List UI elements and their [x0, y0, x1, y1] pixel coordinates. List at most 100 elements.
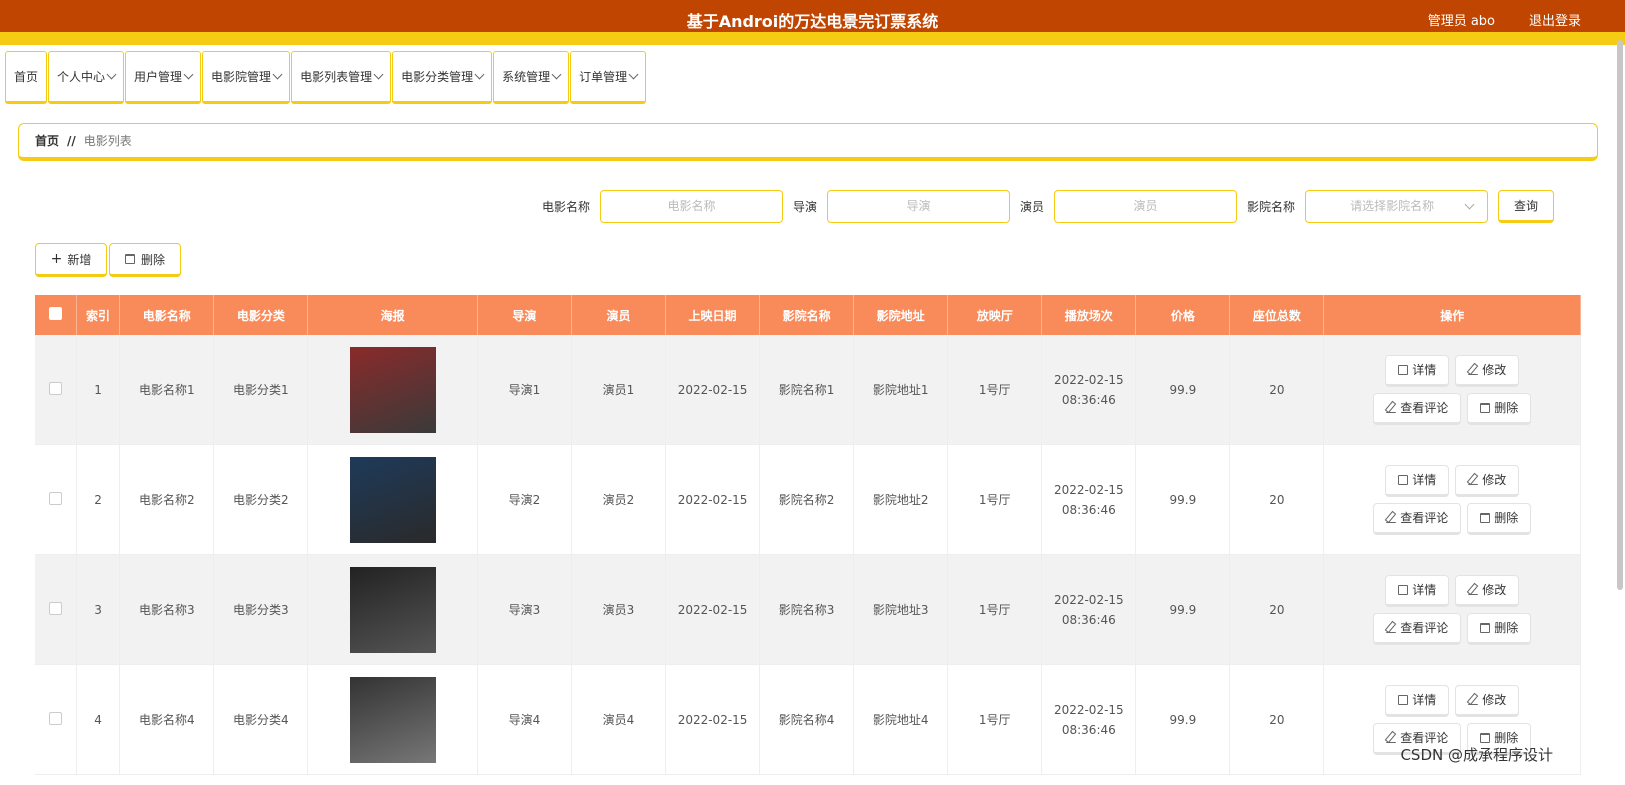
comments-label: 查看评论 [1400, 511, 1449, 525]
scrollbar[interactable] [1617, 40, 1623, 590]
nav-item-personal[interactable]: 个人中心 [48, 51, 125, 104]
cell-poster [307, 444, 478, 555]
nav-item-system[interactable]: 系统管理 [493, 51, 570, 104]
cell-address: 影院地址1 [853, 335, 949, 445]
nav-label: 订单管理 [579, 70, 628, 84]
header-select-all[interactable] [35, 295, 77, 335]
breadcrumb-current: 电影列表 [83, 134, 132, 148]
edit-button[interactable]: 修改 [1455, 464, 1520, 497]
show-date: 2022-02-15 [1053, 372, 1124, 387]
edit-icon [1468, 365, 1479, 375]
cell-price: 99.9 [1135, 335, 1231, 445]
row-checkbox[interactable] [48, 711, 62, 725]
detail-button[interactable]: 详情 [1385, 574, 1450, 607]
column-header: 座位总数 [1229, 295, 1325, 335]
cell-release: 2022-02-15 [665, 335, 761, 445]
delete-button[interactable]: 删除 [109, 243, 181, 277]
cell-release: 2022-02-15 [665, 664, 761, 775]
logout-link[interactable]: 退出登录 [1529, 0, 1581, 44]
cell-release: 2022-02-15 [665, 444, 761, 555]
cell-showtime: 2022-02-15 08:36:46 [1041, 335, 1137, 445]
show-time: 08:36:46 [1061, 612, 1116, 627]
breadcrumb-home[interactable]: 首页 [35, 132, 59, 149]
row-delete-button[interactable]: 删除 [1467, 392, 1532, 425]
nav-item-categories[interactable]: 电影分类管理 [392, 51, 493, 104]
cell-cinema: 影院名称2 [759, 444, 855, 555]
nav-item-cinemas[interactable]: 电影院管理 [202, 51, 291, 104]
plus-icon: + [50, 251, 63, 267]
edit-icon [1468, 475, 1479, 485]
cell-category: 电影分类3 [213, 554, 309, 665]
nav-item-users[interactable]: 用户管理 [125, 51, 202, 104]
nav-label: 电影分类管理 [401, 70, 474, 84]
nav-item-orders[interactable]: 订单管理 [570, 51, 647, 104]
row-select-cell[interactable] [35, 335, 77, 445]
trash-icon [1480, 402, 1491, 413]
cell-category: 电影分类4 [213, 664, 309, 775]
cell-showtime: 2022-02-15 08:36:46 [1041, 444, 1137, 555]
page-title: 基于Androi的万达电景完订票系统 [686, 12, 939, 31]
action-bar: + 新增 删除 [35, 243, 181, 277]
chevron-down-icon [183, 69, 194, 80]
movie-name-label: 电影名称 [542, 200, 591, 214]
row-delete-button[interactable]: 删除 [1467, 502, 1532, 535]
director-input[interactable]: 导演 [827, 190, 1011, 223]
trash-icon [124, 254, 135, 264]
row-checkbox[interactable] [48, 601, 62, 615]
cinema-select[interactable]: 请选择影院名称 [1305, 190, 1489, 223]
nav-item-home[interactable]: 首页 [5, 51, 48, 104]
query-button[interactable]: 查询 [1498, 190, 1555, 223]
view-comments-button[interactable]: 查看评论 [1373, 502, 1462, 535]
detail-button[interactable]: 详情 [1385, 464, 1450, 497]
detail-button[interactable]: 详情 [1385, 684, 1450, 717]
cell-hall: 1号厅 [947, 664, 1043, 775]
column-header: 上映日期 [665, 295, 761, 335]
edit-button[interactable]: 修改 [1455, 354, 1520, 387]
cell-index: 3 [76, 554, 121, 665]
actor-label: 演员 [1020, 200, 1045, 214]
document-icon [1398, 474, 1409, 485]
add-label: 新增 [67, 252, 92, 267]
cell-operations: 详情 修改查看评论 删除 [1323, 554, 1581, 665]
edit-button[interactable]: 修改 [1455, 574, 1520, 607]
row-delete-button[interactable]: 删除 [1467, 612, 1532, 645]
poster-image[interactable] [349, 676, 436, 763]
movie-name-input[interactable]: 电影名称 [600, 190, 784, 223]
poster-image[interactable] [349, 346, 436, 433]
cell-name: 电影名称3 [119, 554, 215, 665]
edit-button[interactable]: 修改 [1455, 684, 1520, 717]
view-comments-button[interactable]: 查看评论 [1373, 612, 1462, 645]
edit-label: 修改 [1482, 473, 1507, 487]
poster-image[interactable] [349, 456, 436, 543]
cell-actor: 演员3 [571, 554, 667, 665]
cell-director: 导演3 [477, 554, 572, 665]
row-delete-label: 删除 [1494, 511, 1519, 525]
cell-category: 电影分类2 [213, 444, 309, 555]
breadcrumb: 首页 // 电影列表 [18, 123, 1598, 161]
edit-label: 修改 [1482, 693, 1507, 707]
show-date: 2022-02-15 [1053, 482, 1124, 497]
cell-name: 电影名称2 [119, 444, 215, 555]
detail-button[interactable]: 详情 [1385, 354, 1450, 387]
cell-seats: 20 [1229, 335, 1325, 445]
document-icon [1398, 364, 1409, 375]
actor-input[interactable]: 演员 [1054, 190, 1238, 223]
row-checkbox[interactable] [48, 491, 62, 505]
view-comments-button[interactable]: 查看评论 [1373, 392, 1462, 425]
row-select-cell[interactable] [35, 664, 77, 775]
cell-actor: 演员4 [571, 664, 667, 775]
row-checkbox[interactable] [48, 381, 62, 395]
movie-table: 索引 电影名称 电影分类 海报 导演 演员 上映日期 影院名称 影院地址 放映厅… [35, 295, 1581, 775]
table-row: 1 电影名称1 电影分类1 导演1 演员1 2022-02-15 影院名称1 影院地址1 1号厅… [35, 335, 1581, 445]
column-header: 导演 [477, 295, 572, 335]
nav-item-movies[interactable]: 电影列表管理 [291, 51, 392, 104]
main-nav: 首页 个人中心 用户管理 电影院管理 电影列表管理 电影分类管理 系统管理 订单… [5, 51, 647, 104]
cell-poster [307, 554, 478, 665]
select-all-checkbox[interactable] [48, 307, 62, 320]
poster-image[interactable] [349, 566, 436, 653]
cell-poster [307, 664, 478, 775]
row-select-cell[interactable] [35, 444, 77, 555]
add-button[interactable]: + 新增 [35, 243, 107, 277]
cell-name: 电影名称4 [119, 664, 215, 775]
row-select-cell[interactable] [35, 554, 77, 665]
